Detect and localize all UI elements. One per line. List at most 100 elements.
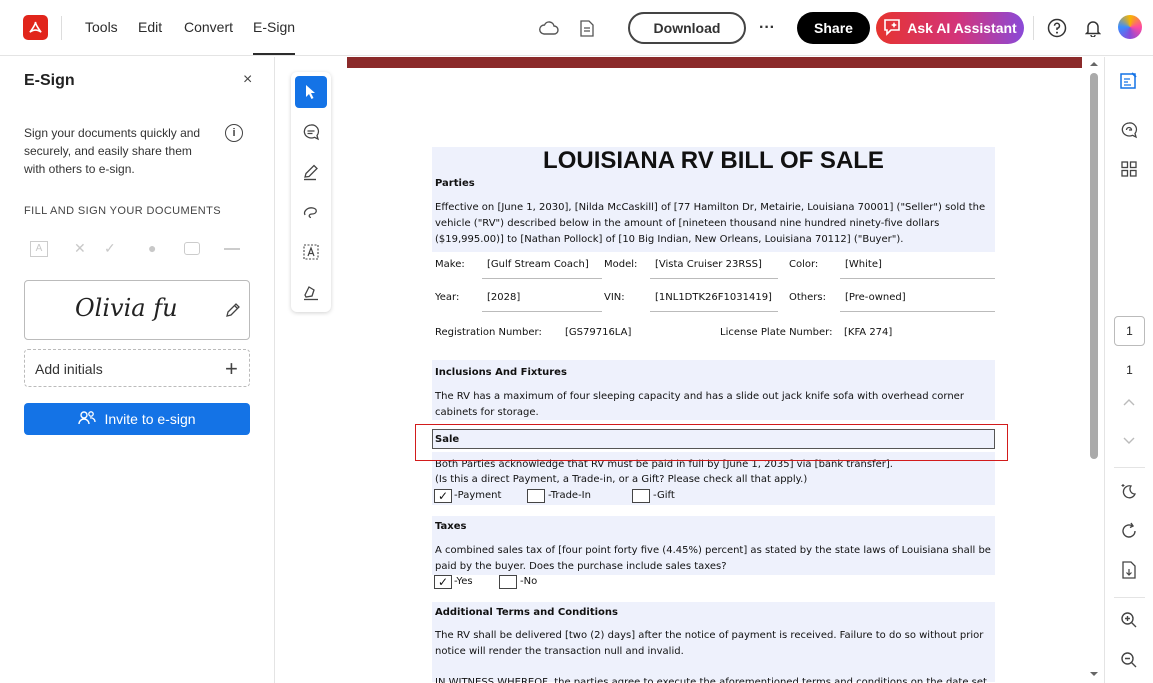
menu-esign[interactable]: E-Sign xyxy=(253,19,296,55)
color-label: Color: xyxy=(789,259,819,270)
model-value[interactable]: [Vista Cruiser 23RSS] xyxy=(655,259,762,270)
menu-convert[interactable]: Convert xyxy=(184,19,233,35)
taxes-heading: Taxes xyxy=(435,521,467,532)
selection-highlight xyxy=(415,424,1008,461)
cloud-icon[interactable] xyxy=(537,16,561,40)
ask-ai-assistant-button[interactable]: Ask AI Assistant xyxy=(876,12,1024,44)
vin-underline xyxy=(650,311,778,312)
payment-checkbox[interactable]: ✓ xyxy=(434,489,452,503)
notifications-bell-icon[interactable] xyxy=(1081,16,1105,40)
rotate-icon[interactable] xyxy=(1117,519,1141,543)
scroll-up-icon[interactable] xyxy=(1089,61,1099,67)
people-icon xyxy=(78,410,97,429)
user-avatar[interactable] xyxy=(1118,15,1142,39)
check-mark-icon[interactable]: ✓ xyxy=(104,240,116,257)
total-pages: 1 xyxy=(1126,363,1133,377)
year-underline xyxy=(482,311,602,312)
menu-tools[interactable]: Tools xyxy=(85,19,118,35)
gift-checkbox[interactable] xyxy=(632,489,650,503)
terms-heading: Additional Terms and Conditions xyxy=(435,607,618,618)
share-button[interactable]: Share xyxy=(797,12,870,44)
menu-edit[interactable]: Edit xyxy=(138,19,162,35)
comment-icon[interactable] xyxy=(295,116,327,148)
info-icon[interactable]: i xyxy=(225,124,243,142)
cross-mark-icon[interactable]: ✕ xyxy=(74,240,86,257)
divider xyxy=(1033,16,1034,40)
zoom-in-icon[interactable] xyxy=(1117,608,1141,632)
divider xyxy=(1114,597,1145,598)
close-icon[interactable]: × xyxy=(243,71,252,89)
section-label: FILL AND SIGN YOUR DOCUMENTS xyxy=(24,205,222,217)
ai-assistant-icon xyxy=(883,18,901,39)
invite-to-esign-button[interactable]: Invite to e-sign xyxy=(24,403,250,435)
document-viewer[interactable]: LOUISIANA RV BILL OF SALE Parties Effect… xyxy=(347,57,1082,683)
grid-view-icon[interactable] xyxy=(1117,157,1141,181)
add-initials-box[interactable]: Add initials + xyxy=(24,349,250,387)
vin-label: VIN: xyxy=(604,292,625,303)
panel-description: Sign your documents quickly and securely… xyxy=(24,126,201,176)
ask-ai-assistant-label: Ask AI Assistant xyxy=(907,20,1017,36)
registration-label: Registration Number: xyxy=(435,327,542,338)
model-label: Model: xyxy=(604,259,638,270)
text-field-icon[interactable]: A xyxy=(30,241,48,257)
make-underline xyxy=(482,278,602,279)
scroll-down-icon[interactable] xyxy=(1089,671,1099,677)
fill-tools-row: A ✕ ✓ ● xyxy=(30,240,245,259)
plate-label: License Plate Number: xyxy=(720,327,833,338)
help-icon[interactable] xyxy=(1045,16,1069,40)
plate-value[interactable]: [KFA 274] xyxy=(844,327,892,338)
esign-panel: E-Sign × Sign your documents quickly and… xyxy=(0,57,275,683)
more-options-icon[interactable]: ··· xyxy=(755,16,779,40)
sale-question: (Is this a direct Payment, a Trade-in, o… xyxy=(435,474,808,485)
draw-freeform-icon[interactable] xyxy=(295,196,327,228)
year-value[interactable]: [2028] xyxy=(487,292,520,303)
rectangle-icon[interactable] xyxy=(184,242,200,255)
make-value[interactable]: [Gulf Stream Coach] xyxy=(487,259,589,270)
invite-label: Invite to e-sign xyxy=(104,411,196,427)
tradein-label: -Trade-In xyxy=(548,490,591,501)
sign-icon[interactable] xyxy=(295,276,327,308)
vertical-scrollbar[interactable] xyxy=(1086,57,1102,683)
acrobat-logo-icon[interactable] xyxy=(23,15,48,40)
panel-title: E-Sign xyxy=(24,72,75,89)
year-label: Year: xyxy=(435,292,460,303)
tradein-checkbox[interactable] xyxy=(527,489,545,503)
tool-rail xyxy=(291,72,331,312)
color-underline xyxy=(840,278,995,279)
esign-panel-icon[interactable] xyxy=(1117,69,1141,93)
others-value[interactable]: [Pre-owned] xyxy=(845,292,906,303)
text-box-icon[interactable] xyxy=(295,236,327,268)
terms-text: The RV shall be delivered [two (2) days]… xyxy=(435,630,984,657)
scrollbar-thumb[interactable] xyxy=(1090,73,1098,459)
document-info-icon[interactable] xyxy=(575,16,599,40)
witness-text: IN WITNESS WHEREOF, the parties agree to… xyxy=(435,677,987,683)
color-value[interactable]: [White] xyxy=(845,259,882,270)
comments-icon[interactable] xyxy=(1117,118,1141,142)
edit-pencil-icon[interactable] xyxy=(224,301,242,324)
model-underline xyxy=(650,278,778,279)
vin-value[interactable]: [1NL1DTK26F1031419] xyxy=(655,292,772,303)
signature-box[interactable]: Olivia fu xyxy=(24,280,250,340)
divider xyxy=(61,16,62,40)
yes-checkbox[interactable]: ✓ xyxy=(434,575,452,589)
page-export-icon[interactable] xyxy=(1117,558,1141,582)
zoom-out-icon[interactable] xyxy=(1117,648,1141,672)
chevron-up-icon[interactable] xyxy=(1117,390,1141,414)
dark-mode-icon[interactable] xyxy=(1117,479,1141,503)
chevron-down-icon[interactable] xyxy=(1117,429,1141,453)
gift-label: -Gift xyxy=(653,490,675,501)
current-page-input[interactable]: 1 xyxy=(1114,316,1145,346)
line-icon[interactable] xyxy=(224,248,240,250)
no-label: -No xyxy=(520,576,538,587)
signature-text: Olivia fu xyxy=(75,294,178,322)
plus-icon[interactable]: + xyxy=(225,356,238,382)
document-title: LOUISIANA RV BILL OF SALE xyxy=(543,147,884,174)
taxes-text: A combined sales tax of [four point fort… xyxy=(435,545,991,572)
highlight-pen-icon[interactable] xyxy=(295,156,327,188)
download-button[interactable]: Download xyxy=(628,12,746,44)
registration-value[interactable]: [GS79716LA] xyxy=(565,327,631,338)
dot-icon[interactable]: ● xyxy=(148,240,156,256)
select-pointer-icon[interactable] xyxy=(295,76,327,108)
no-checkbox[interactable] xyxy=(499,575,517,589)
top-bar: Tools Edit Convert E-Sign Download ··· S… xyxy=(0,0,1153,56)
